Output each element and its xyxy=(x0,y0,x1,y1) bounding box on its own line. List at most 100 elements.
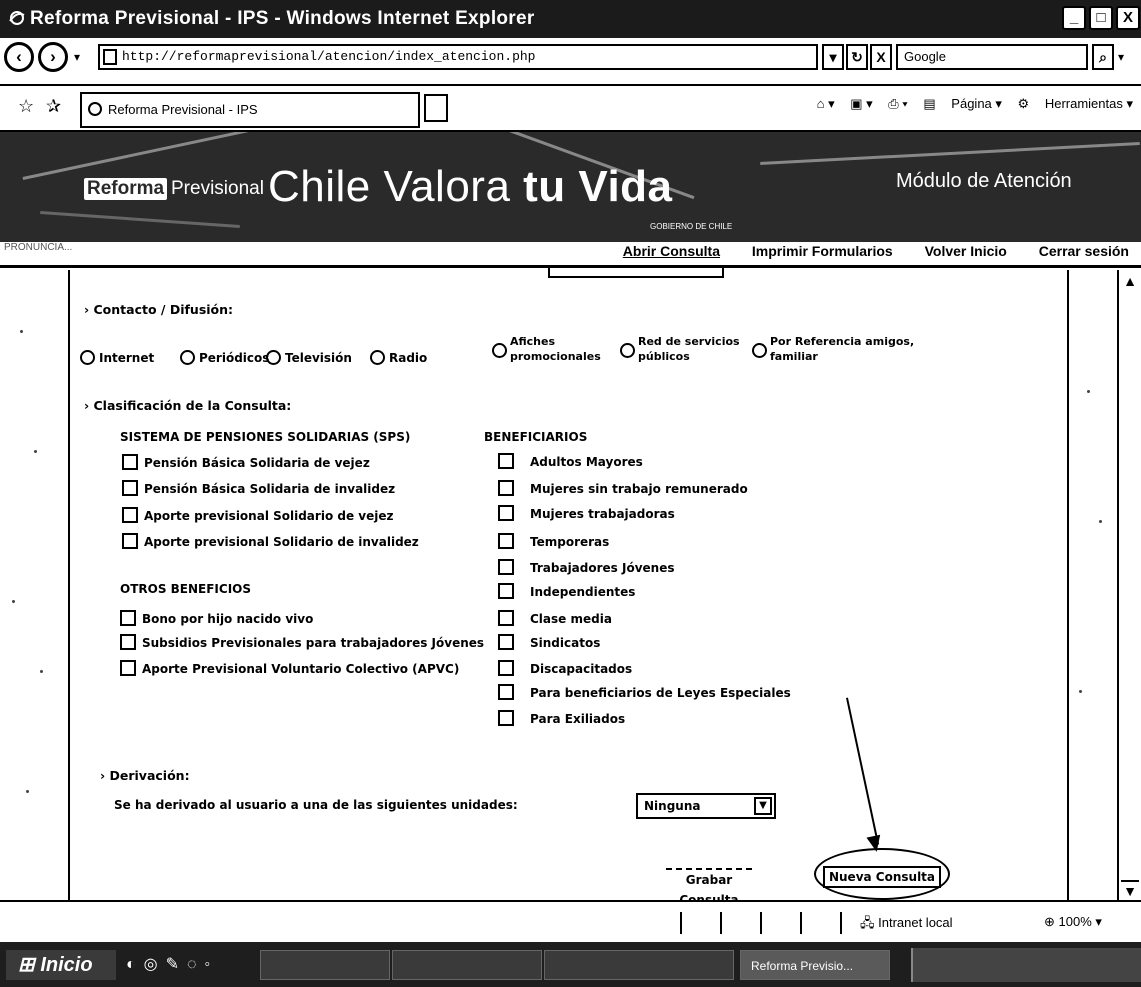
breadcrumb: PRONUNCIA... xyxy=(4,242,73,253)
ie-logo-icon xyxy=(9,11,25,25)
stop-button[interactable]: X xyxy=(870,44,892,70)
address-dropdown-button[interactable]: ▾ xyxy=(822,44,844,70)
taskbar-item[interactable] xyxy=(392,950,542,980)
chk-adultos-mayores[interactable]: Adultos Mayores xyxy=(498,453,643,469)
add-favorite-icon[interactable]: ✰ xyxy=(46,96,61,117)
checkbox-label: Trabajadores Jóvenes xyxy=(530,561,675,575)
menu-cerrar-sesion[interactable]: Cerrar sesión xyxy=(1039,243,1129,259)
close-button[interactable]: X xyxy=(1116,6,1140,30)
history-dropdown-icon[interactable]: ▾ xyxy=(74,50,80,64)
checkbox[interactable] xyxy=(498,453,514,469)
search-icon[interactable]: ⌕ xyxy=(1092,44,1114,70)
chk-discapacitados[interactable]: Discapacitados xyxy=(498,660,632,676)
system-tray[interactable] xyxy=(911,948,1141,982)
chk-mujeres-sin-trabajo[interactable]: Mujeres sin trabajo remunerado xyxy=(498,480,748,496)
checkbox[interactable] xyxy=(498,710,514,726)
noise-dot xyxy=(20,330,23,333)
consulta-form: › Contacto / Difusión: Internet Periódic… xyxy=(70,270,1067,907)
chk-sindicatos[interactable]: Sindicatos xyxy=(498,634,600,650)
home-icon[interactable]: ⌂ ▾ xyxy=(817,96,835,111)
back-button[interactable]: ‹ xyxy=(4,42,34,72)
chk-clase-media[interactable]: Clase media xyxy=(498,610,612,626)
derivacion-label: Se ha derivado al usuario a una de las s… xyxy=(114,798,518,812)
radio-circle[interactable] xyxy=(752,343,767,358)
chk-exiliados[interactable]: Para Exiliados xyxy=(498,710,625,726)
chk-apvc[interactable]: Aporte Previsional Voluntario Colectivo … xyxy=(120,660,459,676)
radio-television[interactable]: Televisión xyxy=(266,350,352,365)
checkbox[interactable] xyxy=(498,610,514,626)
refresh-button[interactable]: ↻ xyxy=(846,44,868,70)
radio-label: Internet xyxy=(99,351,155,365)
print-icon[interactable]: ⎙ ▾ xyxy=(888,96,907,111)
radio-circle[interactable] xyxy=(80,350,95,365)
radio-circle[interactable] xyxy=(266,350,281,365)
radio-red-servicios[interactable]: Red de servicios públicos xyxy=(620,334,748,364)
taskbar-item[interactable] xyxy=(260,950,390,980)
chk-aps-invalidez[interactable]: Aporte previsional Solidario de invalide… xyxy=(122,533,419,549)
chevron-down-icon[interactable]: ▼ xyxy=(754,797,772,815)
new-tab-button[interactable] xyxy=(424,94,448,122)
forward-button[interactable]: › xyxy=(38,42,68,72)
checkbox[interactable] xyxy=(498,684,514,700)
checkbox[interactable] xyxy=(122,480,138,496)
checkbox[interactable] xyxy=(120,660,136,676)
radio-circle[interactable] xyxy=(492,343,507,358)
checkbox[interactable] xyxy=(120,610,136,626)
chk-pbs-vejez[interactable]: Pensión Básica Solidaria de vejez xyxy=(122,454,370,470)
menu-volver-inicio[interactable]: Volver Inicio xyxy=(925,243,1007,259)
menu-imprimir-formularios[interactable]: Imprimir Formularios xyxy=(752,243,893,259)
scroll-up-icon[interactable]: ▲ xyxy=(1121,272,1139,292)
favorites-star-icon[interactable]: ☆ xyxy=(18,96,34,117)
start-button[interactable]: ⊞ Inicio xyxy=(6,950,116,980)
scroll-down-icon[interactable]: ▼ xyxy=(1121,880,1139,900)
chk-trabajadores-jovenes[interactable]: Trabajadores Jóvenes xyxy=(498,559,675,575)
nueva-consulta-button[interactable]: Nueva Consulta xyxy=(823,866,941,888)
chk-pbs-invalidez[interactable]: Pensión Básica Solidaria de invalidez xyxy=(122,480,395,496)
menu-abrir-consulta[interactable]: Abrir Consulta xyxy=(623,243,720,259)
chk-leyes-especiales[interactable]: Para beneficiarios de Leyes Especiales xyxy=(498,684,791,700)
browser-tab[interactable]: Reforma Previsional - IPS xyxy=(80,92,420,128)
derivacion-select[interactable]: Ninguna ▼ xyxy=(636,793,776,819)
radio-afiches[interactable]: Afiches promocionales xyxy=(492,334,601,364)
radio-circle[interactable] xyxy=(620,343,635,358)
radio-referencia[interactable]: Por Referencia amigos, familiar xyxy=(752,334,930,364)
chk-bono-hijo[interactable]: Bono por hijo nacido vivo xyxy=(120,610,313,626)
quick-launch-icons[interactable]: ◐◎✎◌◦ xyxy=(126,954,218,974)
page-menu-button[interactable]: ▤ Página ▾ xyxy=(923,96,1002,111)
taskbar-item[interactable] xyxy=(544,950,734,980)
checkbox[interactable] xyxy=(122,454,138,470)
checkbox[interactable] xyxy=(498,533,514,549)
checkbox[interactable] xyxy=(498,559,514,575)
address-field[interactable]: http://reformaprevisional/atencion/index… xyxy=(98,44,818,70)
checkbox[interactable] xyxy=(498,583,514,599)
checkbox[interactable] xyxy=(122,533,138,549)
chk-temporeras[interactable]: Temporeras xyxy=(498,533,609,549)
chk-independientes[interactable]: Independientes xyxy=(498,583,635,599)
radio-label: Por Referencia amigos, familiar xyxy=(770,335,915,363)
radio-internet[interactable]: Internet xyxy=(80,350,154,365)
grabar-consulta-button[interactable]: Grabar Consulta xyxy=(666,868,752,907)
radio-label: Radio xyxy=(389,351,428,365)
checkbox[interactable] xyxy=(498,660,514,676)
feeds-icon[interactable]: ▣ ▾ xyxy=(850,96,872,111)
vertical-scrollbar[interactable]: ▲ ▼ xyxy=(1117,270,1141,900)
checkbox[interactable] xyxy=(120,634,136,650)
chk-subsidios-jovenes[interactable]: Subsidios Previsionales para trabajadore… xyxy=(120,634,484,650)
zoom-level[interactable]: ⊕ 100% ▾ xyxy=(1044,914,1102,930)
radio-periodicos[interactable]: Periódicos xyxy=(180,350,269,365)
search-input[interactable]: Google xyxy=(896,44,1088,70)
checkbox[interactable] xyxy=(498,505,514,521)
radio-circle[interactable] xyxy=(370,350,385,365)
checkbox[interactable] xyxy=(122,507,138,523)
radio-radio[interactable]: Radio xyxy=(370,350,427,365)
tools-menu-button[interactable]: ⚙ Herramientas ▾ xyxy=(1018,96,1133,111)
chk-mujeres-trabajadoras[interactable]: Mujeres trabajadoras xyxy=(498,505,675,521)
search-options-icon[interactable]: ▾ xyxy=(1118,50,1124,64)
taskbar-item-active[interactable]: Reforma Previsio... xyxy=(740,950,890,980)
minimize-button[interactable]: _ xyxy=(1062,6,1086,30)
radio-circle[interactable] xyxy=(180,350,195,365)
chk-aps-vejez[interactable]: Aporte previsional Solidario de vejez xyxy=(122,507,393,523)
checkbox[interactable] xyxy=(498,634,514,650)
maximize-button[interactable]: □ xyxy=(1089,6,1113,30)
checkbox[interactable] xyxy=(498,480,514,496)
